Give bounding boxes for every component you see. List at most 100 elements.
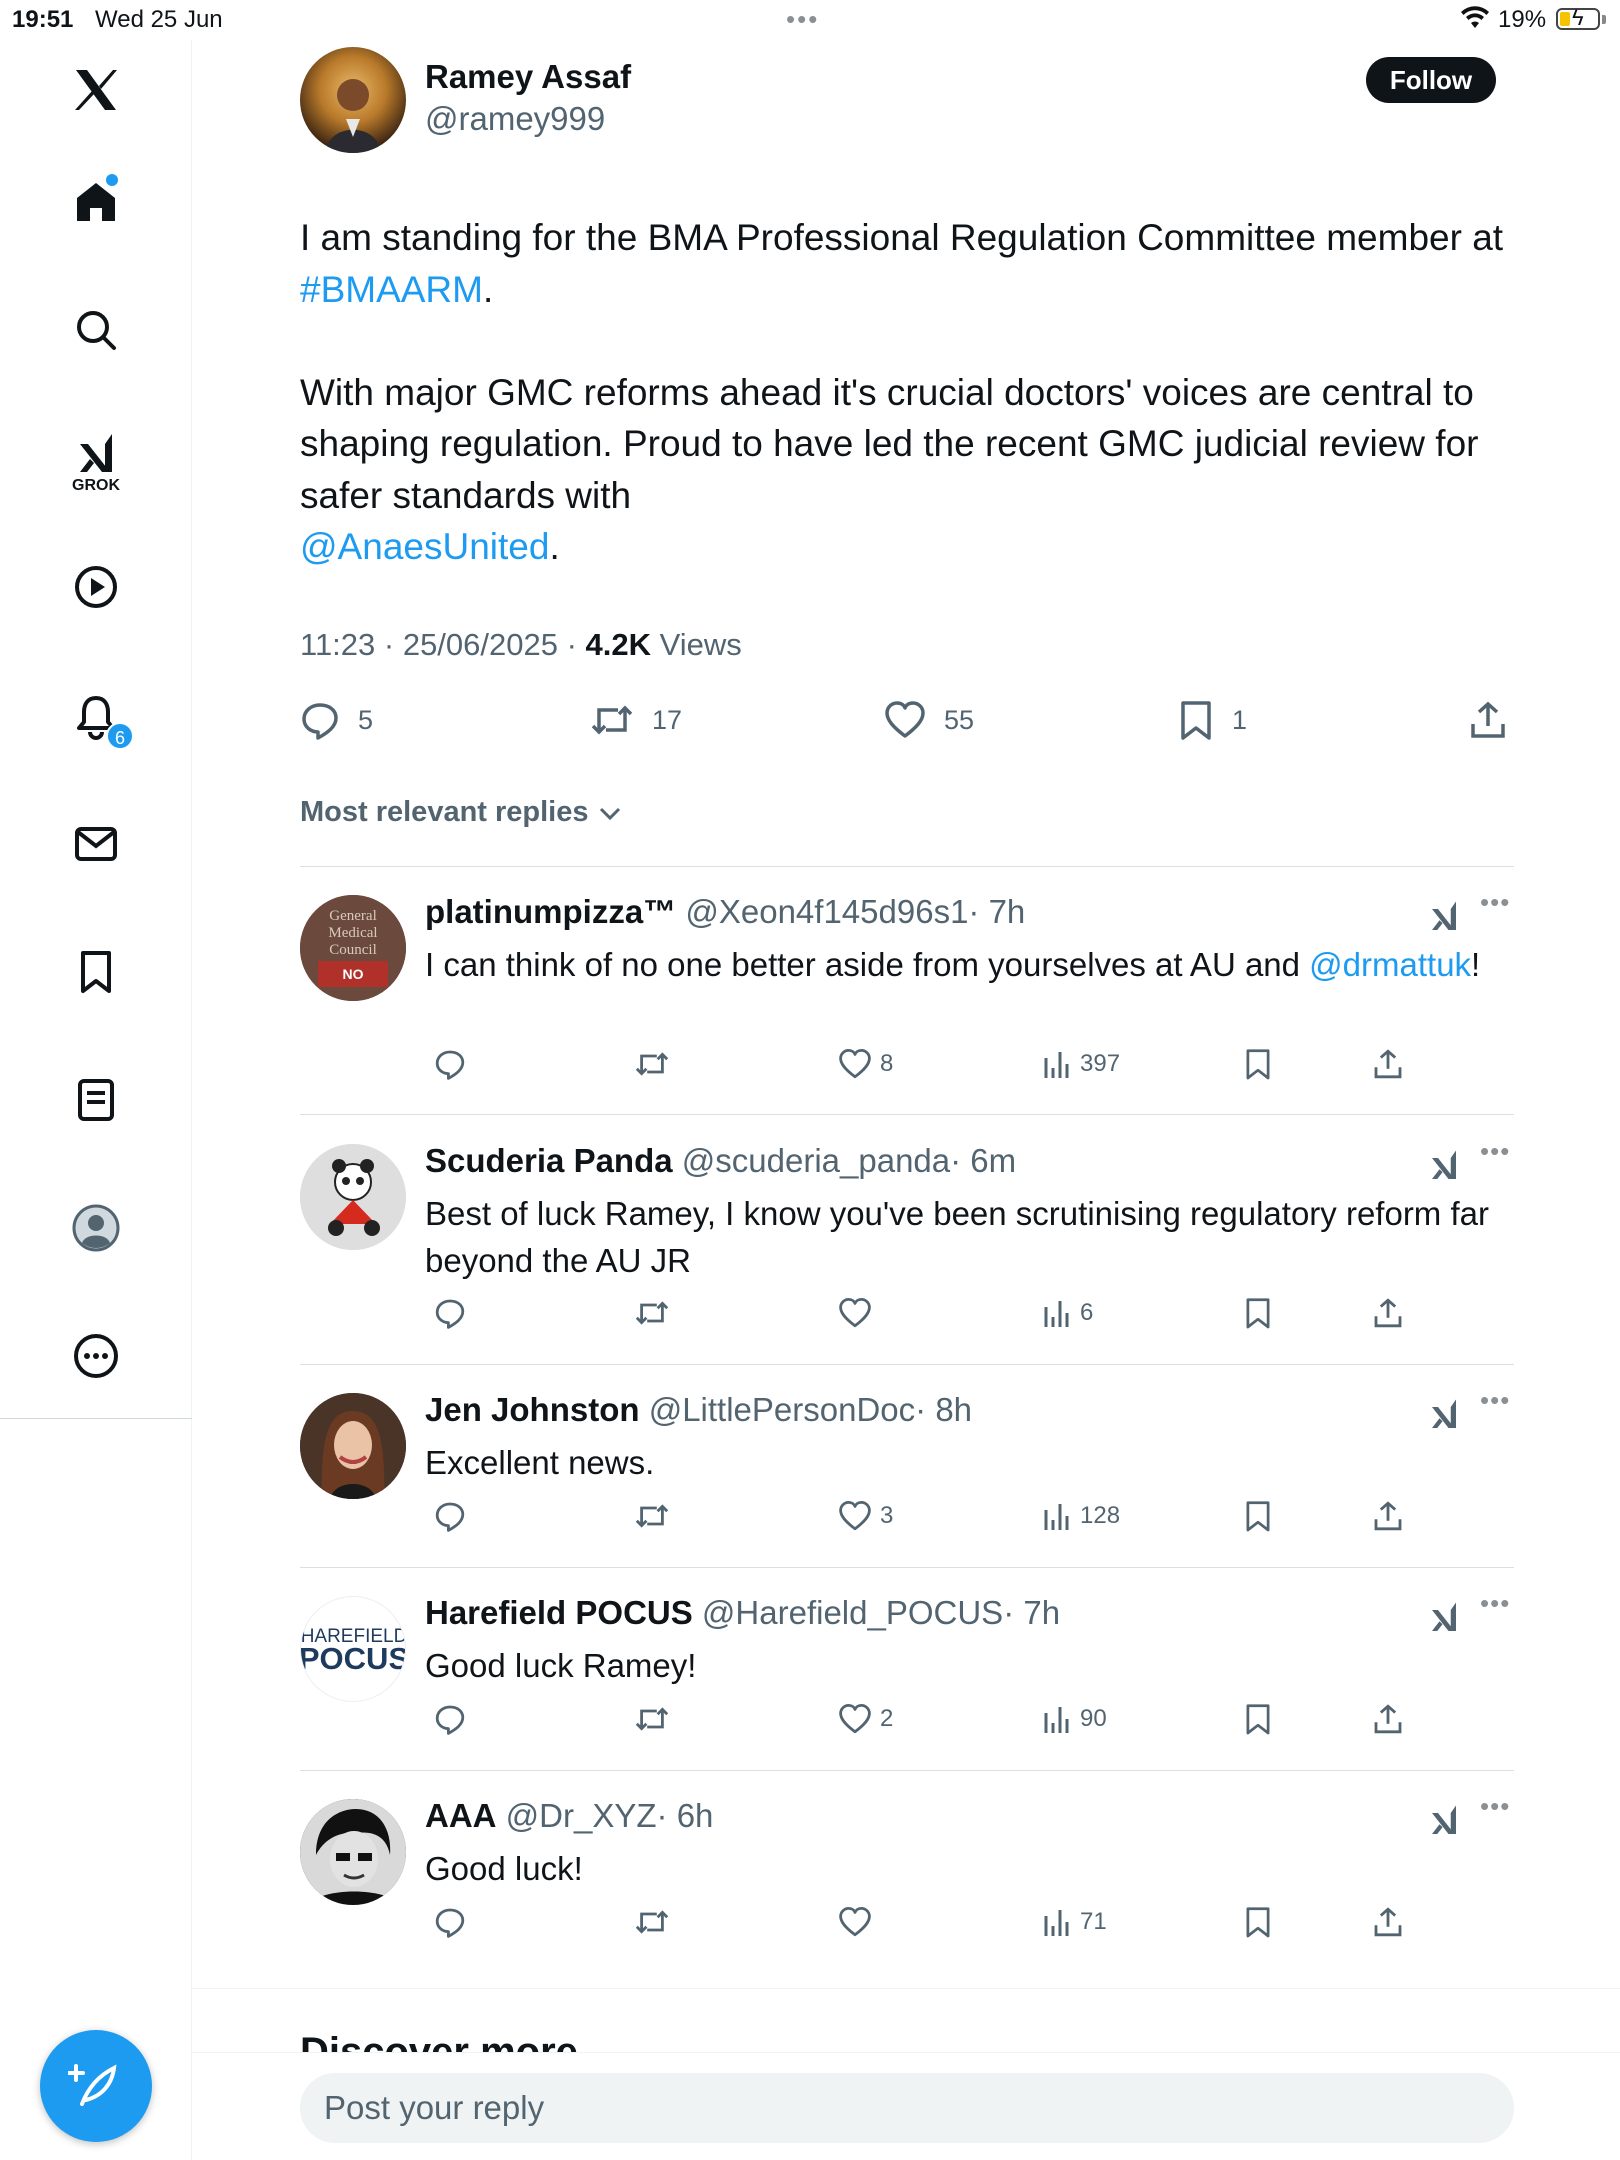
reply-author-name[interactable]: Harefield POCUS <box>425 1594 693 1631</box>
messages-icon[interactable] <box>66 814 126 874</box>
repost-button[interactable] <box>626 1500 670 1532</box>
views-button[interactable]: 6 <box>1034 1297 1093 1329</box>
reply-author-handle[interactable]: @Xeon4f145d96s1 <box>685 893 968 930</box>
repost-button[interactable]: 17 <box>590 700 682 740</box>
views-button[interactable]: 71 <box>1034 1906 1107 1938</box>
reply-avatar[interactable] <box>300 1144 406 1250</box>
hashtag-link[interactable]: #BMAARM <box>300 269 483 310</box>
follow-button[interactable]: Follow <box>1366 57 1496 103</box>
like-count: 8 <box>880 1050 894 1077</box>
notifications-badge: 6 <box>106 722 134 750</box>
reply-author-name[interactable]: Scuderia Panda <box>425 1142 673 1179</box>
share-button[interactable] <box>1364 1500 1404 1532</box>
reply-button[interactable] <box>426 1500 466 1532</box>
reply-avatar[interactable]: HAREFIELD POCUS <box>300 1596 406 1702</box>
share-button[interactable] <box>1364 1048 1404 1080</box>
grok-icon[interactable] <box>1426 1801 1462 1842</box>
share-button[interactable] <box>1364 1703 1404 1735</box>
reply-button[interactable] <box>426 1703 466 1735</box>
heart-icon <box>838 1500 872 1532</box>
bookmark-button[interactable]: 1 <box>1178 700 1247 740</box>
repost-icon <box>634 1906 670 1938</box>
more-options-icon[interactable]: ••• <box>1480 1136 1510 1167</box>
like-button[interactable] <box>830 1297 872 1329</box>
compose-button[interactable] <box>40 2030 152 2142</box>
bookmark-button[interactable] <box>1236 1297 1272 1329</box>
mention-link[interactable]: @AnaesUnited <box>300 526 549 567</box>
multitasking-dots-icon[interactable]: ••• <box>786 4 819 35</box>
views-button[interactable]: 128 <box>1034 1500 1120 1532</box>
divider <box>300 1567 1514 1568</box>
reply-avatar[interactable]: General Medical Council NO <box>300 895 406 1001</box>
reply-icon <box>434 1500 466 1532</box>
reply-author-name[interactable]: platinumpizza™ <box>425 893 676 930</box>
share-button[interactable] <box>1364 1906 1404 1938</box>
reply-author-handle[interactable]: @scuderia_panda <box>682 1142 950 1179</box>
like-button[interactable]: 3 <box>830 1500 893 1532</box>
reply-button[interactable] <box>426 1906 466 1938</box>
reply-author-handle[interactable]: @Harefield_POCUS <box>702 1594 1003 1631</box>
grok-icon[interactable] <box>1426 1395 1462 1436</box>
bookmark-button[interactable] <box>1236 1500 1272 1532</box>
grok-icon[interactable] <box>1426 1598 1462 1639</box>
reply-button[interactable] <box>426 1297 466 1329</box>
grok-icon[interactable] <box>1426 897 1462 938</box>
reply-time[interactable]: · 7h <box>968 893 1025 930</box>
reply-item[interactable]: HAREFIELD POCUS Harefield POCUS @Harefiel… <box>0 1588 1620 1794</box>
reply-time[interactable]: · 8h <box>915 1391 972 1428</box>
repost-button[interactable] <box>626 1906 670 1938</box>
more-options-icon[interactable]: ••• <box>1480 887 1510 918</box>
grok-icon[interactable] <box>1426 1146 1462 1187</box>
like-button[interactable]: 55 <box>884 700 974 740</box>
mention-link[interactable]: @drmattuk <box>1309 946 1471 983</box>
bookmark-button[interactable] <box>1236 1048 1272 1080</box>
reply-input[interactable] <box>300 2073 1514 2143</box>
reply-time[interactable]: · 6m <box>950 1142 1016 1179</box>
reply-item[interactable]: Jen Johnston @LittlePersonDoc· 8h ••• Ex… <box>0 1385 1620 1591</box>
more-options-icon[interactable]: ••• <box>1480 1588 1510 1619</box>
view-count: 90 <box>1080 1705 1107 1732</box>
repost-button[interactable] <box>626 1703 670 1735</box>
reply-author-handle[interactable]: @Dr_XYZ <box>506 1797 657 1834</box>
like-button[interactable] <box>830 1906 872 1938</box>
reply-author-name[interactable]: Jen Johnston <box>425 1391 640 1428</box>
replies-sort-dropdown[interactable]: Most relevant replies <box>300 796 623 829</box>
svg-text:Medical: Medical <box>328 925 377 941</box>
reply-button[interactable]: 5 <box>300 700 373 740</box>
repost-button[interactable] <box>626 1297 670 1329</box>
bookmark-button[interactable] <box>1236 1906 1272 1938</box>
post-author-handle[interactable]: @ramey999 <box>425 100 605 138</box>
search-icon[interactable] <box>66 300 126 360</box>
views-button[interactable]: 397 <box>1034 1048 1120 1080</box>
reply-avatar[interactable] <box>300 1393 406 1499</box>
reply-author-name[interactable]: AAA <box>425 1797 497 1834</box>
post-timestamp[interactable]: 11:23 · 25/06/2025 · <box>300 627 586 662</box>
reply-author-handle[interactable]: @LittlePersonDoc <box>649 1391 915 1428</box>
like-count: 2 <box>880 1705 894 1732</box>
more-options-icon[interactable]: ••• <box>1480 1791 1510 1822</box>
reply-item[interactable]: AAA @Dr_XYZ· 6h ••• Good luck! <box>0 1791 1620 1997</box>
reply-time[interactable]: · 6h <box>657 1797 714 1834</box>
views-button[interactable]: 90 <box>1034 1703 1107 1735</box>
reply-time[interactable]: · 7h <box>1003 1594 1060 1631</box>
status-date: Wed 25 Jun <box>95 6 223 33</box>
grok-icon[interactable] <box>66 422 126 482</box>
share-button[interactable] <box>1364 1297 1404 1329</box>
more-options-icon[interactable]: ••• <box>1480 1385 1510 1416</box>
bookmark-button[interactable] <box>1236 1703 1272 1735</box>
x-logo-icon[interactable] <box>66 60 126 120</box>
bookmark-icon <box>1181 701 1211 740</box>
reply-header: Harefield POCUS @Harefield_POCUS· 7h <box>425 1594 1060 1632</box>
views-icon <box>1042 1906 1072 1938</box>
svg-text:Council: Council <box>329 942 377 958</box>
like-button[interactable]: 8 <box>830 1048 893 1080</box>
post-author-avatar[interactable] <box>300 47 406 153</box>
repost-button[interactable] <box>626 1048 670 1080</box>
reply-button[interactable] <box>426 1048 466 1080</box>
compose-icon <box>68 2064 117 2106</box>
like-button[interactable]: 2 <box>830 1703 893 1735</box>
video-icon[interactable] <box>66 557 126 617</box>
share-button[interactable] <box>1468 700 1508 740</box>
reply-avatar[interactable] <box>300 1799 406 1905</box>
post-author-name[interactable]: Ramey Assaf <box>425 58 631 96</box>
